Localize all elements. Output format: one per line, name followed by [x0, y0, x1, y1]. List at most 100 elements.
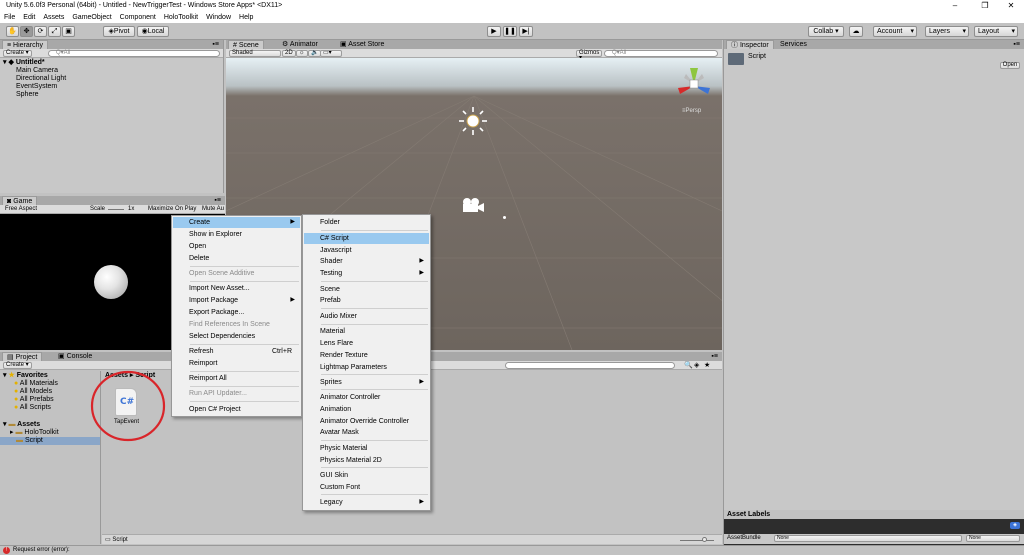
shading-mode-dropdown[interactable]: Shaded [229, 50, 281, 57]
collab-dropdown[interactable]: Collab ▾ [808, 26, 844, 37]
filter-label-icon[interactable]: ◈ [694, 361, 699, 370]
favorite-item[interactable]: ● All Scripts [14, 404, 51, 412]
submenu-item-custom-font[interactable]: Custom Font [304, 482, 429, 493]
folder-item-script[interactable]: ▬ Script [0, 437, 100, 445]
tab-animator[interactable]: ⚙ Animator [278, 40, 322, 49]
asset-variant-dropdown[interactable]: None [966, 535, 1020, 542]
menu-item-reimport-all[interactable]: Reimport All [173, 373, 300, 384]
move-tool-icon[interactable]: ✥ [20, 26, 33, 37]
rotate-tool-icon[interactable]: ⟳ [34, 26, 47, 37]
rect-tool-icon[interactable]: ▣ [62, 26, 75, 37]
orientation-gizmo-icon[interactable] [674, 66, 714, 104]
assets-node[interactable]: ▾ ▬ Assets [3, 421, 40, 429]
submenu-item-avatar-mask[interactable]: Avatar Mask [304, 427, 429, 438]
effects-toggle-icon[interactable]: ▭▾ [320, 50, 342, 57]
local-toggle[interactable]: ◉Local [137, 26, 169, 37]
label-tag-icon[interactable]: ◈ [1010, 522, 1020, 529]
play-button[interactable]: ▶ [487, 26, 501, 37]
tab-console[interactable]: ▣ Console [54, 352, 96, 361]
favorite-item[interactable]: ● All Prefabs [14, 396, 54, 404]
menu-item-show-in-explorer[interactable]: Show in Explorer [173, 229, 300, 240]
step-button[interactable]: ▶| [519, 26, 533, 37]
tab-asset-store[interactable]: ▣ Asset Store [336, 40, 388, 49]
submenu-item-audio-mixer[interactable]: Audio Mixer [304, 311, 429, 322]
menu-item-select-dependencies[interactable]: Select Dependencies [173, 331, 300, 342]
submenu-item-animation[interactable]: Animation [304, 404, 429, 415]
tab-scene[interactable]: # Scene [228, 40, 264, 49]
menu-item-import-package[interactable]: Import Package ▶ [173, 295, 300, 306]
scale-slider[interactable] [108, 209, 124, 210]
hand-tool-icon[interactable]: ✋ [6, 26, 19, 37]
hierarchy-item[interactable]: Directional Light [16, 75, 66, 83]
aspect-dropdown[interactable]: Free Aspect [5, 205, 37, 214]
menu-holotoolkit[interactable]: HoloToolkit [160, 12, 202, 23]
account-dropdown[interactable]: Account ▾ [873, 26, 917, 37]
pivot-toggle[interactable]: ◈Pivot [103, 26, 135, 37]
menu-item-export-package[interactable]: Export Package... [173, 307, 300, 318]
mute-audio-toggle[interactable]: Mute Au [202, 205, 224, 214]
panel-menu-icon[interactable]: ▪≡ [212, 40, 219, 49]
menu-edit[interactable]: Edit [19, 12, 39, 23]
submenu-item-animator-override[interactable]: Animator Override Controller [304, 416, 429, 427]
submenu-item-scene[interactable]: Scene [304, 284, 429, 295]
submenu-item-testing[interactable]: Testing ▶ [304, 268, 429, 279]
projection-label[interactable]: ≡Persp [682, 108, 701, 114]
submenu-item-folder[interactable]: Folder [304, 217, 429, 228]
menu-assets[interactable]: Assets [39, 12, 68, 23]
icon-size-slider[interactable] [680, 540, 714, 541]
menu-window[interactable]: Window [202, 12, 235, 23]
hierarchy-create-button[interactable]: Create ▾ [3, 50, 32, 57]
submenu-item-lightmap-parameters[interactable]: Lightmap Parameters [304, 362, 429, 373]
2d-toggle[interactable]: 2D [282, 50, 296, 57]
hierarchy-item[interactable]: EventSystem [16, 83, 57, 91]
menu-item-import-new-asset[interactable]: Import New Asset... [173, 283, 300, 294]
directional-light-icon[interactable] [458, 106, 488, 136]
lighting-toggle-icon[interactable]: ☼ [296, 50, 308, 57]
filter-type-icon[interactable]: 🔍 [684, 361, 693, 370]
menu-gameobject[interactable]: GameObject [68, 12, 115, 23]
status-text[interactable]: Request error (error): [13, 547, 70, 553]
minimize-button[interactable]: – [944, 1, 966, 11]
submenu-item-shader[interactable]: Shader ▶ [304, 256, 429, 267]
submenu-item-javascript[interactable]: Javascript [304, 245, 429, 256]
menu-item-delete[interactable]: Delete [173, 253, 300, 264]
submenu-item-animator-controller[interactable]: Animator Controller [304, 392, 429, 403]
tab-services[interactable]: Services [776, 40, 811, 49]
menu-component[interactable]: Component [116, 12, 160, 23]
submenu-item-sprites[interactable]: Sprites ▶ [304, 377, 429, 388]
gizmos-dropdown[interactable]: Gizmos ▾ [576, 50, 602, 61]
tab-hierarchy[interactable]: ≡ Hierarchy [2, 40, 48, 49]
project-create-button[interactable]: Create ▾ [3, 362, 32, 369]
menu-item-create[interactable]: Create ▶ [173, 217, 300, 228]
scene-search-input[interactable]: Q▾All [604, 50, 718, 57]
scene-root[interactable]: ▾ ◆ Untitled* [3, 59, 45, 67]
folder-item-holotoolkit[interactable]: ▸ ▬ HoloToolkit [10, 429, 59, 437]
tab-game[interactable]: ◙ Game [2, 196, 38, 205]
favorite-item[interactable]: ● All Models [14, 388, 52, 396]
favorite-star-icon[interactable]: ★ [704, 361, 710, 370]
camera-gizmo-icon[interactable] [460, 196, 486, 214]
project-search-input[interactable] [505, 362, 675, 369]
layout-dropdown[interactable]: Layout ▾ [974, 26, 1018, 37]
cloud-icon[interactable]: ☁ [849, 26, 863, 37]
favorites-node[interactable]: ▾ ★ Favorites [3, 372, 48, 380]
menu-item-open-csharp-project[interactable]: Open C# Project [173, 404, 300, 415]
scale-tool-icon[interactable]: ⤢ [48, 26, 61, 37]
tab-project[interactable]: ▤ Project [2, 352, 43, 361]
layers-dropdown[interactable]: Layers ▾ [925, 26, 969, 37]
submenu-item-prefab[interactable]: Prefab [304, 295, 429, 306]
tab-inspector[interactable]: ⓘ Inspector [726, 40, 774, 49]
submenu-item-legacy[interactable]: Legacy ▶ [304, 497, 429, 508]
submenu-item-lens-flare[interactable]: Lens Flare [304, 338, 429, 349]
submenu-item-gui-skin[interactable]: GUI Skin [304, 470, 429, 481]
submenu-item-physics-material-2d[interactable]: Physics Material 2D [304, 455, 429, 466]
pause-button[interactable]: ❚❚ [503, 26, 517, 37]
hierarchy-item[interactable]: Sphere [16, 91, 39, 99]
menu-item-reimport[interactable]: Reimport [173, 358, 300, 369]
panel-menu-icon[interactable]: ▪≡ [1013, 40, 1020, 49]
submenu-item-render-texture[interactable]: Render Texture [304, 350, 429, 361]
submenu-item-physic-material[interactable]: Physic Material [304, 443, 429, 454]
maximize-button[interactable]: ❐ [974, 1, 996, 11]
maximize-on-play-toggle[interactable]: Maximize On Play [148, 205, 196, 214]
panel-menu-icon[interactable]: ▪≡ [711, 352, 718, 361]
